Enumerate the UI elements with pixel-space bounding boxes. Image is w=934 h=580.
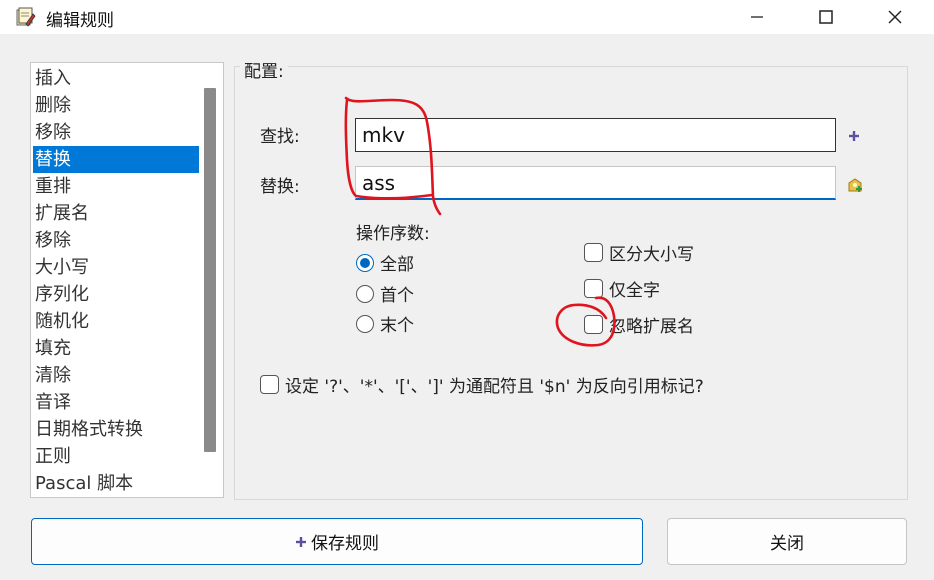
- rule-type-list[interactable]: 插入 删除 移除 替换 重排 扩展名 移除 大小写 序列化 随机化 填充 清除 音译 日期格式转换 正则 Pa…: [30, 62, 224, 498]
- wildcard-box[interactable]: [260, 375, 279, 394]
- save-rule-label: 保存规则: [311, 534, 379, 554]
- sidebar-item-6[interactable]: 移除: [33, 227, 199, 254]
- replace-input[interactable]: ass: [355, 166, 836, 200]
- close-button[interactable]: 关闭: [667, 518, 907, 565]
- minimize-icon: [751, 16, 763, 18]
- sidebar-item-5[interactable]: 扩展名: [33, 200, 199, 227]
- whole-word-box[interactable]: [584, 279, 603, 298]
- sidebar-item-13[interactable]: 日期格式转换: [33, 416, 199, 443]
- case-sensitive-box[interactable]: [584, 243, 603, 262]
- case-sensitive-label: 区分大小写: [609, 245, 694, 265]
- maximize-button[interactable]: [803, 0, 849, 34]
- sidebar-item-3[interactable]: 替换: [33, 146, 199, 173]
- skip-extension-box[interactable]: [584, 315, 603, 334]
- minimize-button[interactable]: [734, 0, 780, 34]
- close-window-button[interactable]: [872, 0, 918, 34]
- radio-last[interactable]: 末个: [356, 311, 414, 336]
- find-input[interactable]: mkv: [355, 118, 836, 152]
- list-scroll-thumb[interactable]: [204, 88, 216, 452]
- radio-first-label: 首个: [380, 286, 414, 306]
- sidebar-item-4[interactable]: 重排: [33, 173, 199, 200]
- window-title: 编辑规则: [46, 11, 114, 31]
- whole-word-label: 仅全字: [609, 281, 660, 301]
- case-sensitive-checkbox[interactable]: 区分大小写: [584, 240, 694, 265]
- insert-meta-tag-icon[interactable]: [846, 176, 864, 199]
- radio-all[interactable]: 全部: [356, 250, 414, 275]
- sidebar-item-1[interactable]: 删除: [33, 92, 199, 119]
- sidebar-item-8[interactable]: 序列化: [33, 281, 199, 308]
- wildcard-checkbox[interactable]: 设定 '?'、'*'、'['、']' 为通配符且 '$n' 为反向引用标记?: [260, 372, 704, 397]
- sidebar-item-10[interactable]: 填充: [33, 335, 199, 362]
- replace-label: 替换:: [260, 177, 300, 197]
- find-label: 查找:: [260, 127, 300, 147]
- wildcard-label: 设定 '?'、'*'、'['、']' 为通配符且 '$n' 为反向引用标记?: [285, 377, 704, 397]
- radio-all-indicator[interactable]: [356, 253, 374, 272]
- save-rule-button[interactable]: 保存规则: [31, 518, 643, 565]
- close-label: 关闭: [770, 534, 804, 554]
- close-icon: [888, 10, 902, 24]
- maximize-icon: [819, 10, 833, 24]
- add-find-icon[interactable]: [847, 128, 861, 148]
- sidebar-item-14[interactable]: 正则: [33, 443, 199, 470]
- occurrence-label: 操作序数:: [356, 224, 430, 244]
- sidebar-item-2[interactable]: 移除: [33, 119, 199, 146]
- app-rule-icon: [14, 6, 36, 28]
- radio-last-label: 末个: [380, 316, 414, 336]
- sidebar-item-11[interactable]: 清除: [33, 362, 199, 389]
- plus-icon: [296, 536, 306, 547]
- sidebar-item-0[interactable]: 插入: [33, 65, 199, 92]
- whole-word-checkbox[interactable]: 仅全字: [584, 276, 660, 301]
- skip-extension-label: 忽略扩展名: [609, 317, 694, 337]
- radio-first[interactable]: 首个: [356, 281, 414, 306]
- sidebar-item-15[interactable]: Pascal 脚本: [33, 470, 199, 497]
- sidebar-item-12[interactable]: 音译: [33, 389, 199, 416]
- skip-extension-checkbox[interactable]: 忽略扩展名: [584, 312, 694, 337]
- config-group-label: 配置:: [240, 57, 288, 82]
- sidebar-item-7[interactable]: 大小写: [33, 254, 199, 281]
- radio-last-indicator[interactable]: [356, 314, 374, 333]
- radio-first-indicator[interactable]: [356, 284, 374, 303]
- sidebar-item-9[interactable]: 随机化: [33, 308, 199, 335]
- radio-all-label: 全部: [380, 255, 414, 275]
- title-bar: [0, 0, 934, 34]
